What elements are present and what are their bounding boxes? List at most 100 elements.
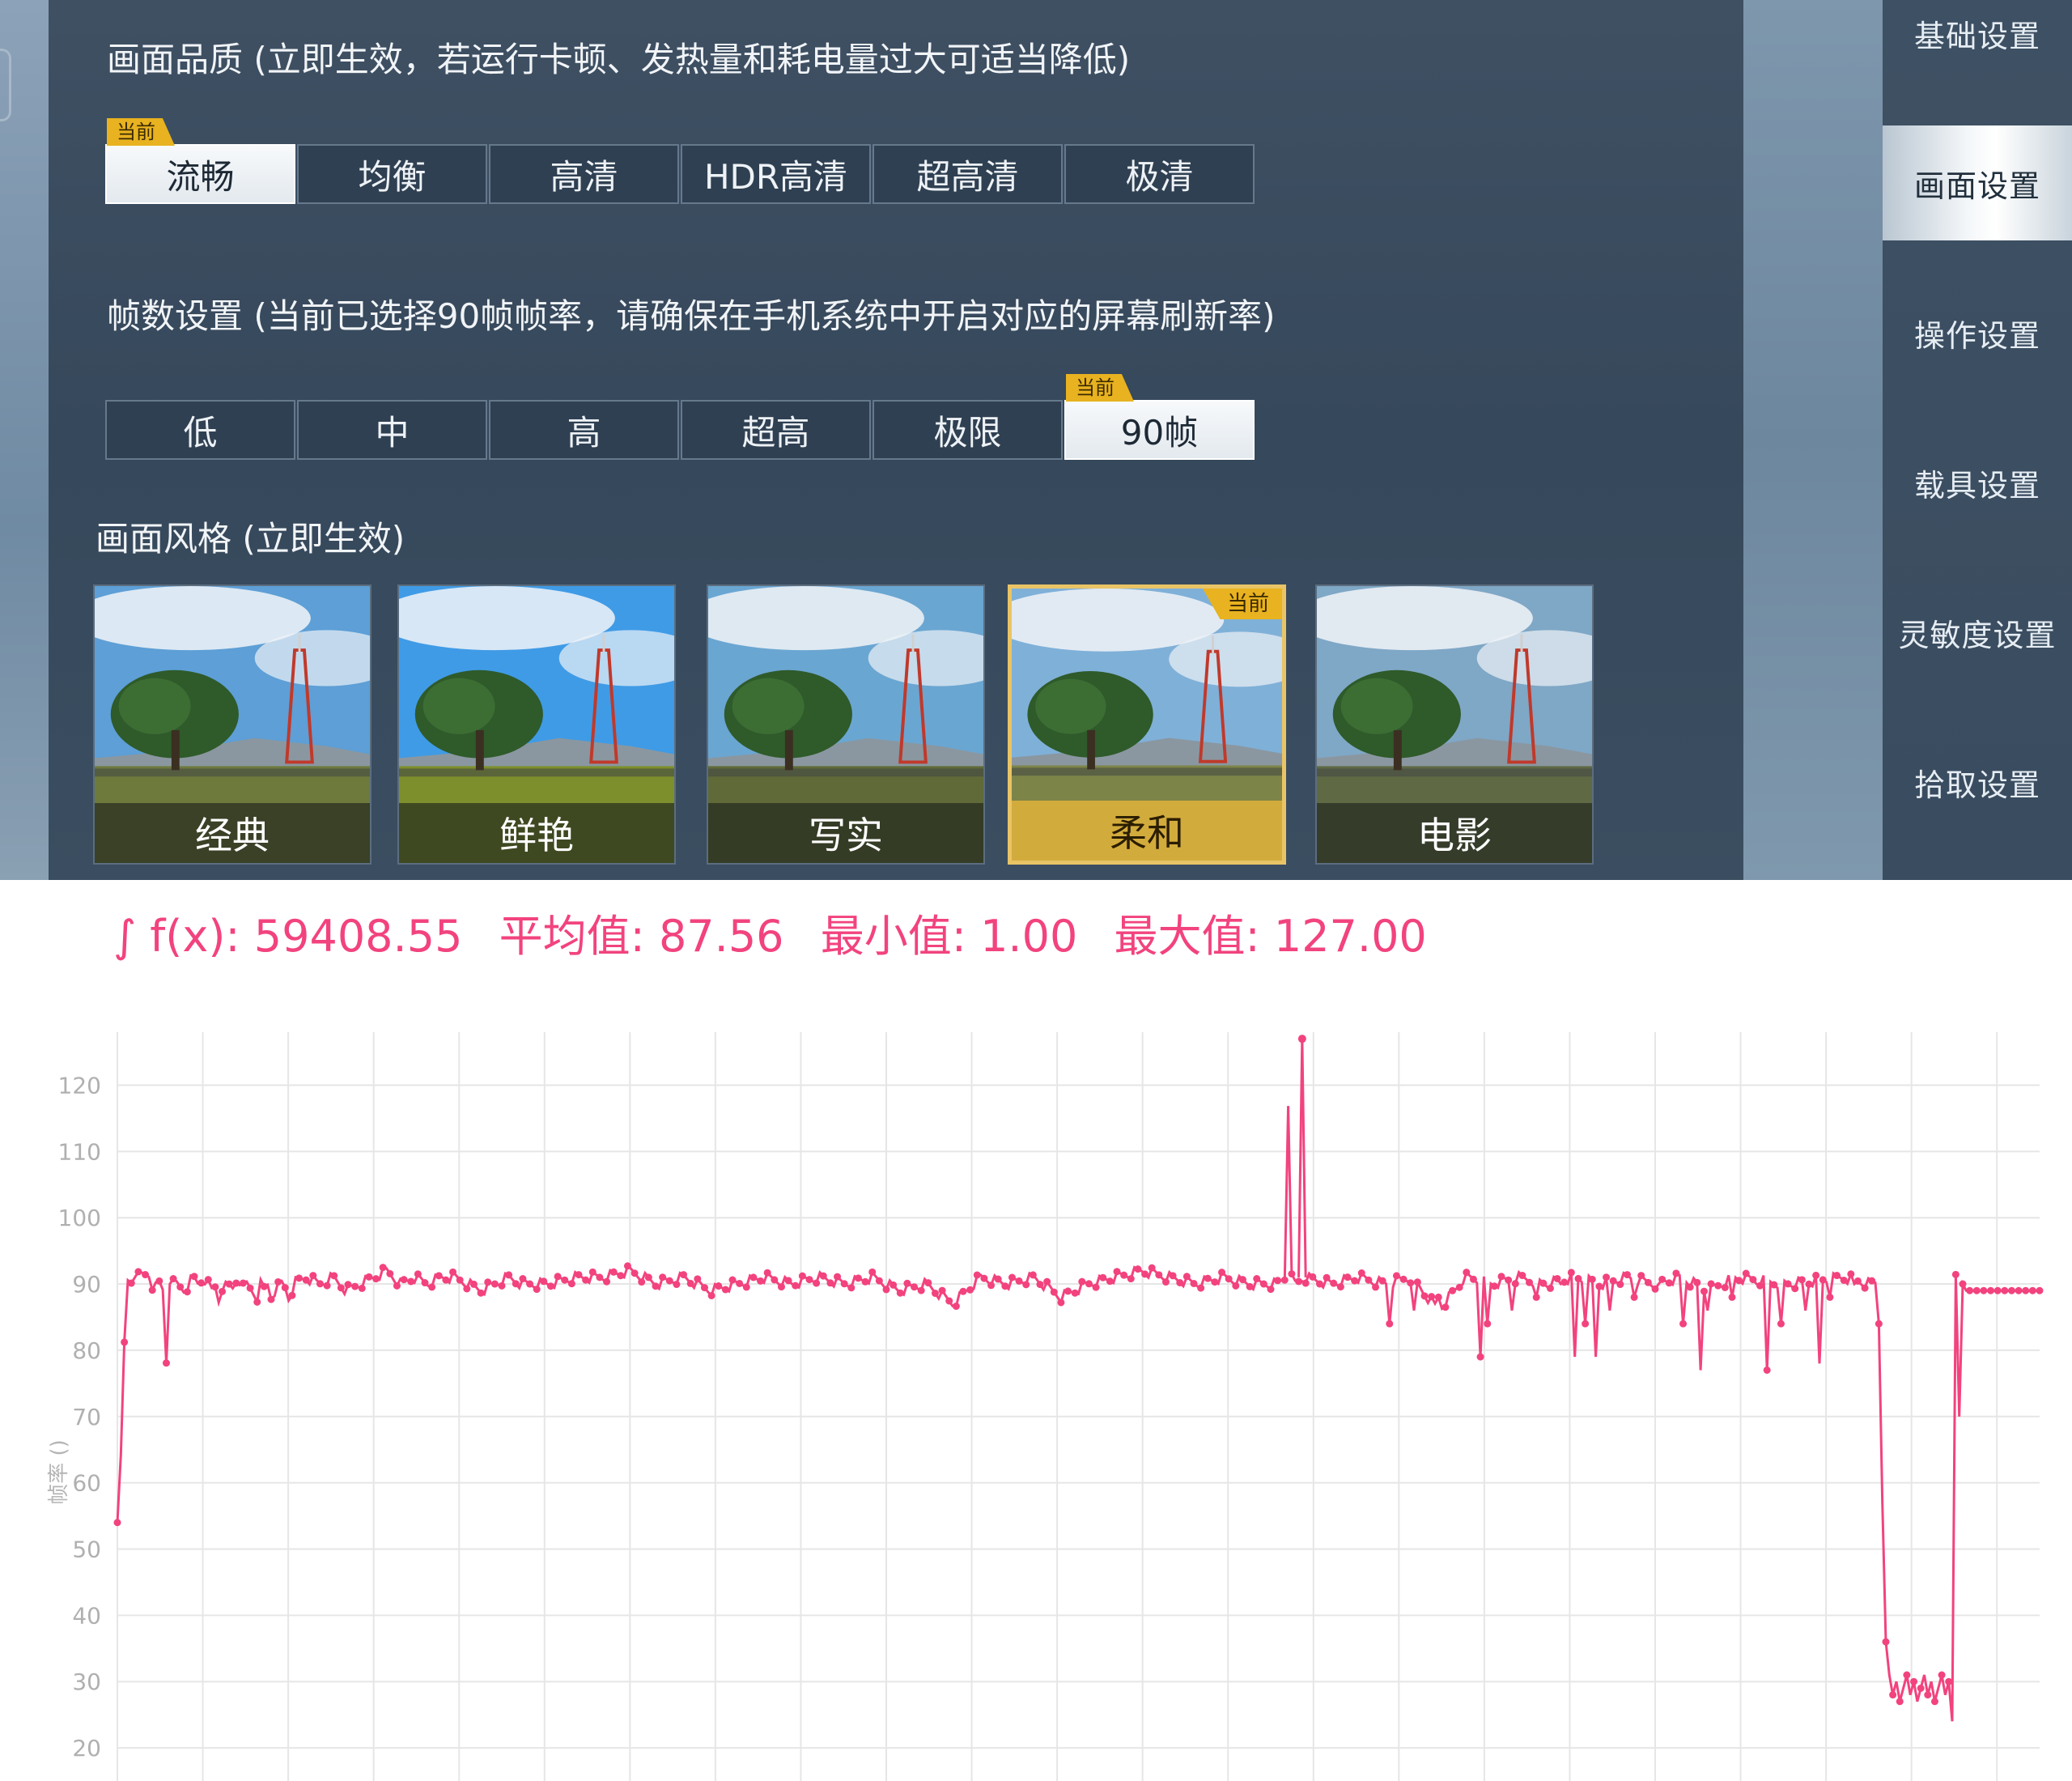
sidebar-item-5[interactable]: 拾取设置 [1883,725,2072,839]
fps-option-2[interactable]: 高 [489,400,679,460]
fps-option-1[interactable]: 中 [297,400,487,460]
fps-data-point [694,1275,702,1283]
stat-average: 平均值: 87.56 [499,911,784,962]
fps-option-0[interactable]: 低 [105,400,295,460]
fps-data-point [219,1287,227,1295]
fps-data-point [1847,1270,1855,1278]
fps-data-point [1434,1293,1442,1301]
fps-data-point [113,1519,121,1527]
fps-data-point [1728,1293,1736,1301]
y-tick-label: 60 [72,1470,101,1497]
fps-data-point [351,1282,359,1290]
style-card-3[interactable]: 柔和 当前 [1008,584,1286,865]
fps-data-point [1280,1276,1289,1284]
fps-data-point [1582,1320,1590,1328]
fps-data-point [1882,1638,1890,1646]
fps-data-point [924,1279,932,1287]
fps-data-point [2015,1286,2023,1294]
y-tick-label: 30 [72,1668,101,1695]
fps-data-point [659,1273,667,1282]
style-card-4[interactable]: 电影 [1315,584,1594,865]
y-tick-label: 70 [72,1404,101,1430]
fps-data-point [757,1277,765,1285]
fps-data-point [281,1284,289,1292]
sidebar-item-0[interactable]: 基础设置 [1883,0,2072,91]
fps-data-point [428,1283,436,1291]
fps-data-point [1134,1265,1142,1273]
fps-line-chart: 20 30 40 50 60 70 80 90 100 110 120 [58,1032,2044,1781]
fps-data-point [1190,1279,1198,1287]
fps-data-point [533,1286,541,1294]
fps-data-point [1714,1282,1722,1290]
style-card-2[interactable]: 写实 [707,584,985,865]
fps-option-3[interactable]: 超高 [681,400,871,460]
fps-data-point [1238,1276,1246,1284]
quality-option-5[interactable]: 极清 [1064,144,1255,204]
fps-data-point [1330,1279,1338,1287]
sidebar-item-3[interactable]: 载具设置 [1883,425,2072,540]
fps-data-point [1099,1273,1107,1282]
fps-data-point [1497,1273,1505,1281]
fps-data-point [1267,1286,1275,1294]
quality-option-4[interactable]: 超高清 [873,144,1063,204]
fps-data-point [379,1264,387,1272]
fps-data-point [792,1282,800,1290]
y-tick-label: 90 [72,1271,101,1298]
sidebar-item-2[interactable]: 操作设置 [1883,275,2072,390]
fps-data-point [1951,1270,1959,1278]
quality-option-3[interactable]: HDR高清 [681,144,871,204]
fps-data-point [868,1268,877,1276]
fps-data-point [1092,1283,1100,1291]
fps-data-point [1295,1277,1303,1286]
fps-data-point [777,1283,785,1291]
fps-option-label: 高 [567,412,601,453]
fps-data-point [519,1275,527,1283]
fps-data-point [1749,1276,1757,1284]
back-handle-icon[interactable] [0,49,11,121]
fps-data-point [127,1279,135,1287]
fps-data-point [1966,1286,1974,1294]
fps-data-point [1938,1671,1946,1679]
sidebar-item-1[interactable]: 画面设置 [1883,125,2072,240]
fps-data-point [1197,1284,1205,1292]
fps-data-point [1455,1283,1463,1291]
fps-data-point [1603,1273,1611,1282]
fps-data-point [1980,1286,1988,1294]
fps-data-point [1637,1272,1645,1280]
fps-peak-line [1301,1039,1307,1277]
quality-option-2[interactable]: 高清 [489,144,679,204]
fps-option-label: 90帧 [1120,412,1199,453]
fps-option-5[interactable]: 90帧 当前 [1064,374,1255,460]
fps-data-point [1148,1264,1156,1272]
fps-data-point [1511,1280,1519,1288]
fps-data-point [1015,1277,1023,1285]
fps-data-point [1742,1269,1750,1277]
fps-data-point [1896,1698,1904,1706]
fps-data-point [973,1271,981,1279]
fps-data-point [771,1276,779,1284]
style-card-1[interactable]: 鲜艳 [397,584,676,865]
fps-data-point [700,1284,708,1292]
fps-data-point [1218,1269,1226,1277]
quality-option-0[interactable]: 流畅 当前 [105,118,295,204]
y-tick-label: 120 [58,1072,101,1099]
fps-data-point [337,1284,345,1292]
fps-data-point [1386,1320,1394,1328]
fps-data-point [1889,1691,1897,1699]
fps-data-point [1113,1268,1121,1276]
sidebar-item-4[interactable]: 灵敏度设置 [1883,575,2072,690]
fps-data-point [1588,1275,1596,1283]
fps-data-point [456,1276,464,1284]
quality-option-label: HDR高清 [703,156,848,197]
fps-options: 低 中 高 超高 极限 90帧 当前 [105,374,1256,460]
fps-data-point [1853,1277,1862,1285]
fps-data-point [546,1282,554,1290]
quality-option-1[interactable]: 均衡 [297,144,487,204]
y-tick-label: 110 [58,1138,101,1165]
fps-data-point [1805,1280,1813,1288]
fps-data-point [1246,1282,1254,1290]
style-card-0[interactable]: 经典 [93,584,372,865]
fps-data-point [190,1273,198,1281]
fps-option-4[interactable]: 极限 [873,400,1063,460]
fps-data-point [1463,1269,1471,1277]
